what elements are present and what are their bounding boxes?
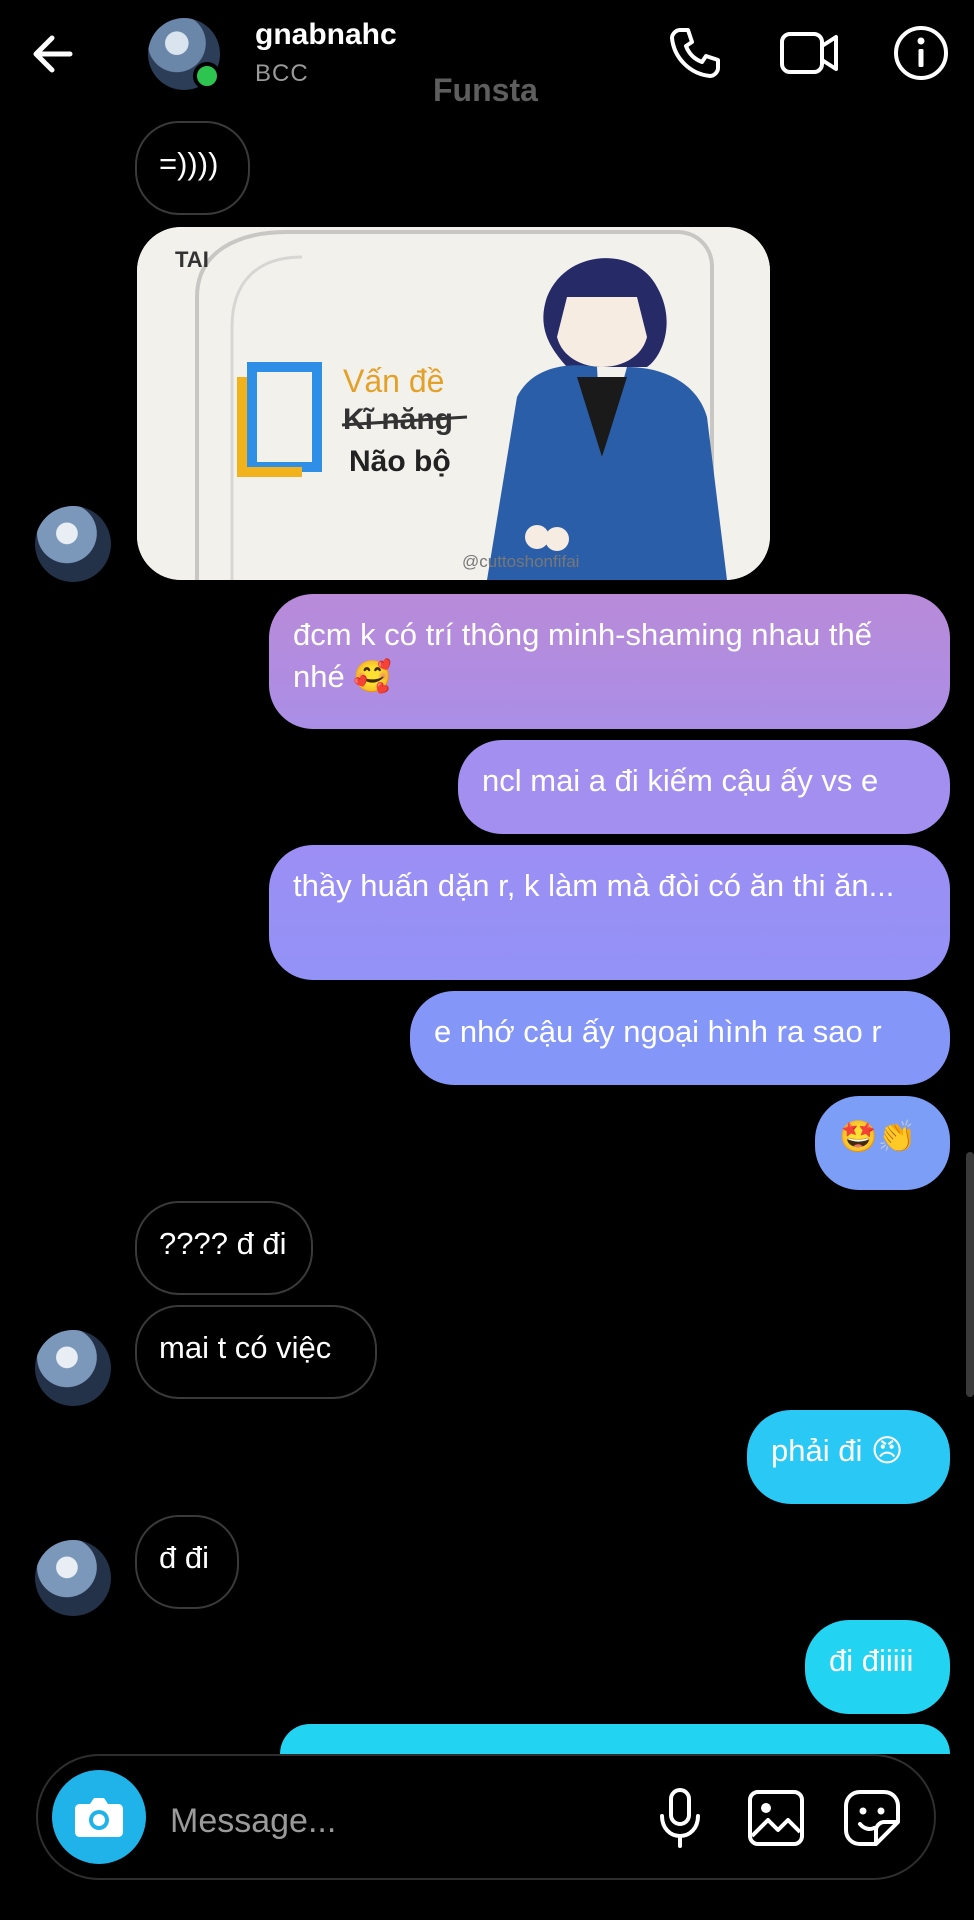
message-bubble-outgoing[interactable]: phải đi 😠 xyxy=(747,1410,950,1504)
message-bubble-outgoing[interactable]: đcm k có trí thông minh-shaming nhau thế… xyxy=(269,594,950,729)
info-icon xyxy=(894,26,948,80)
message-text: ncl mai a đi kiếm cậu ấy vs e xyxy=(482,763,879,798)
message-text: ???? đ đi xyxy=(159,1226,287,1261)
contact-subtitle: BCC xyxy=(255,60,309,87)
image-credit-text: @cuttoshonfifai xyxy=(462,552,580,571)
scrollbar-thumb[interactable] xyxy=(966,1152,974,1397)
message-input[interactable] xyxy=(168,1790,632,1852)
sticker-button[interactable] xyxy=(840,1786,904,1850)
message-text: =)))) xyxy=(159,146,219,181)
sticker-icon xyxy=(844,1790,900,1846)
message-text: thầy huấn dặn r, k làm mà đòi có ăn thi … xyxy=(293,868,895,903)
camera-icon xyxy=(75,1798,123,1837)
message-bubble-partial[interactable] xyxy=(280,1724,950,1754)
message-text: đi điiiii xyxy=(829,1643,914,1678)
message-text: đcm k có trí thông minh-shaming nhau thế… xyxy=(293,617,872,694)
back-arrow-icon xyxy=(33,35,73,73)
phone-icon xyxy=(670,28,720,78)
message-text: e nhớ cậu ấy ngoại hình ra sao r xyxy=(434,1014,882,1049)
sender-avatar[interactable] xyxy=(35,1330,111,1406)
message-bubble-outgoing[interactable]: 🤩👏 xyxy=(815,1096,950,1190)
gallery-button[interactable] xyxy=(744,1786,808,1850)
image-caption-line2: Kĩ năng xyxy=(343,403,453,436)
message-text: mai t có việc xyxy=(159,1330,332,1365)
message-text: đ đi xyxy=(159,1540,209,1575)
message-bubble-incoming[interactable]: ???? đ đi xyxy=(135,1201,313,1295)
shared-image[interactable]: TAI Vấn đề Kĩ năng Não bộ @cuttoshonfifa… xyxy=(137,227,770,580)
online-status-indicator xyxy=(193,62,221,90)
sender-avatar[interactable] xyxy=(35,1540,111,1616)
camera-button[interactable] xyxy=(52,1770,146,1864)
video-call-button[interactable] xyxy=(778,22,840,84)
voice-call-button[interactable] xyxy=(664,22,726,84)
message-bubble-outgoing[interactable]: đi điiiii xyxy=(805,1620,950,1714)
info-button[interactable] xyxy=(890,22,952,84)
back-button[interactable] xyxy=(30,28,90,80)
message-bubble-incoming[interactable]: =)))) xyxy=(135,121,250,215)
watermark-text: Funsta xyxy=(433,72,538,108)
sender-avatar[interactable] xyxy=(35,506,111,582)
message-bubble-incoming[interactable]: mai t có việc xyxy=(135,1305,377,1399)
message-text: phải đi 😠 xyxy=(771,1433,904,1468)
image-caption-line3: Não bộ xyxy=(349,445,451,478)
gallery-icon xyxy=(748,1790,804,1846)
message-text: 🤩👏 xyxy=(839,1119,917,1154)
microphone-icon xyxy=(660,1788,700,1848)
contact-name[interactable]: gnabnahc xyxy=(255,18,397,52)
voice-message-button[interactable] xyxy=(648,1786,712,1850)
message-bubble-incoming[interactable]: đ đi xyxy=(135,1515,239,1609)
video-call-icon xyxy=(780,32,838,74)
message-bubble-outgoing[interactable]: e nhớ cậu ấy ngoại hình ra sao r xyxy=(410,991,950,1085)
image-logo-text: TAI xyxy=(175,247,209,272)
message-bubble-outgoing[interactable]: ncl mai a đi kiếm cậu ấy vs e xyxy=(458,740,950,834)
meme-illustration xyxy=(137,227,770,580)
message-bubble-outgoing[interactable]: thầy huấn dặn r, k làm mà đòi có ăn thi … xyxy=(269,845,950,980)
image-caption-line1: Vấn đề xyxy=(343,363,445,399)
